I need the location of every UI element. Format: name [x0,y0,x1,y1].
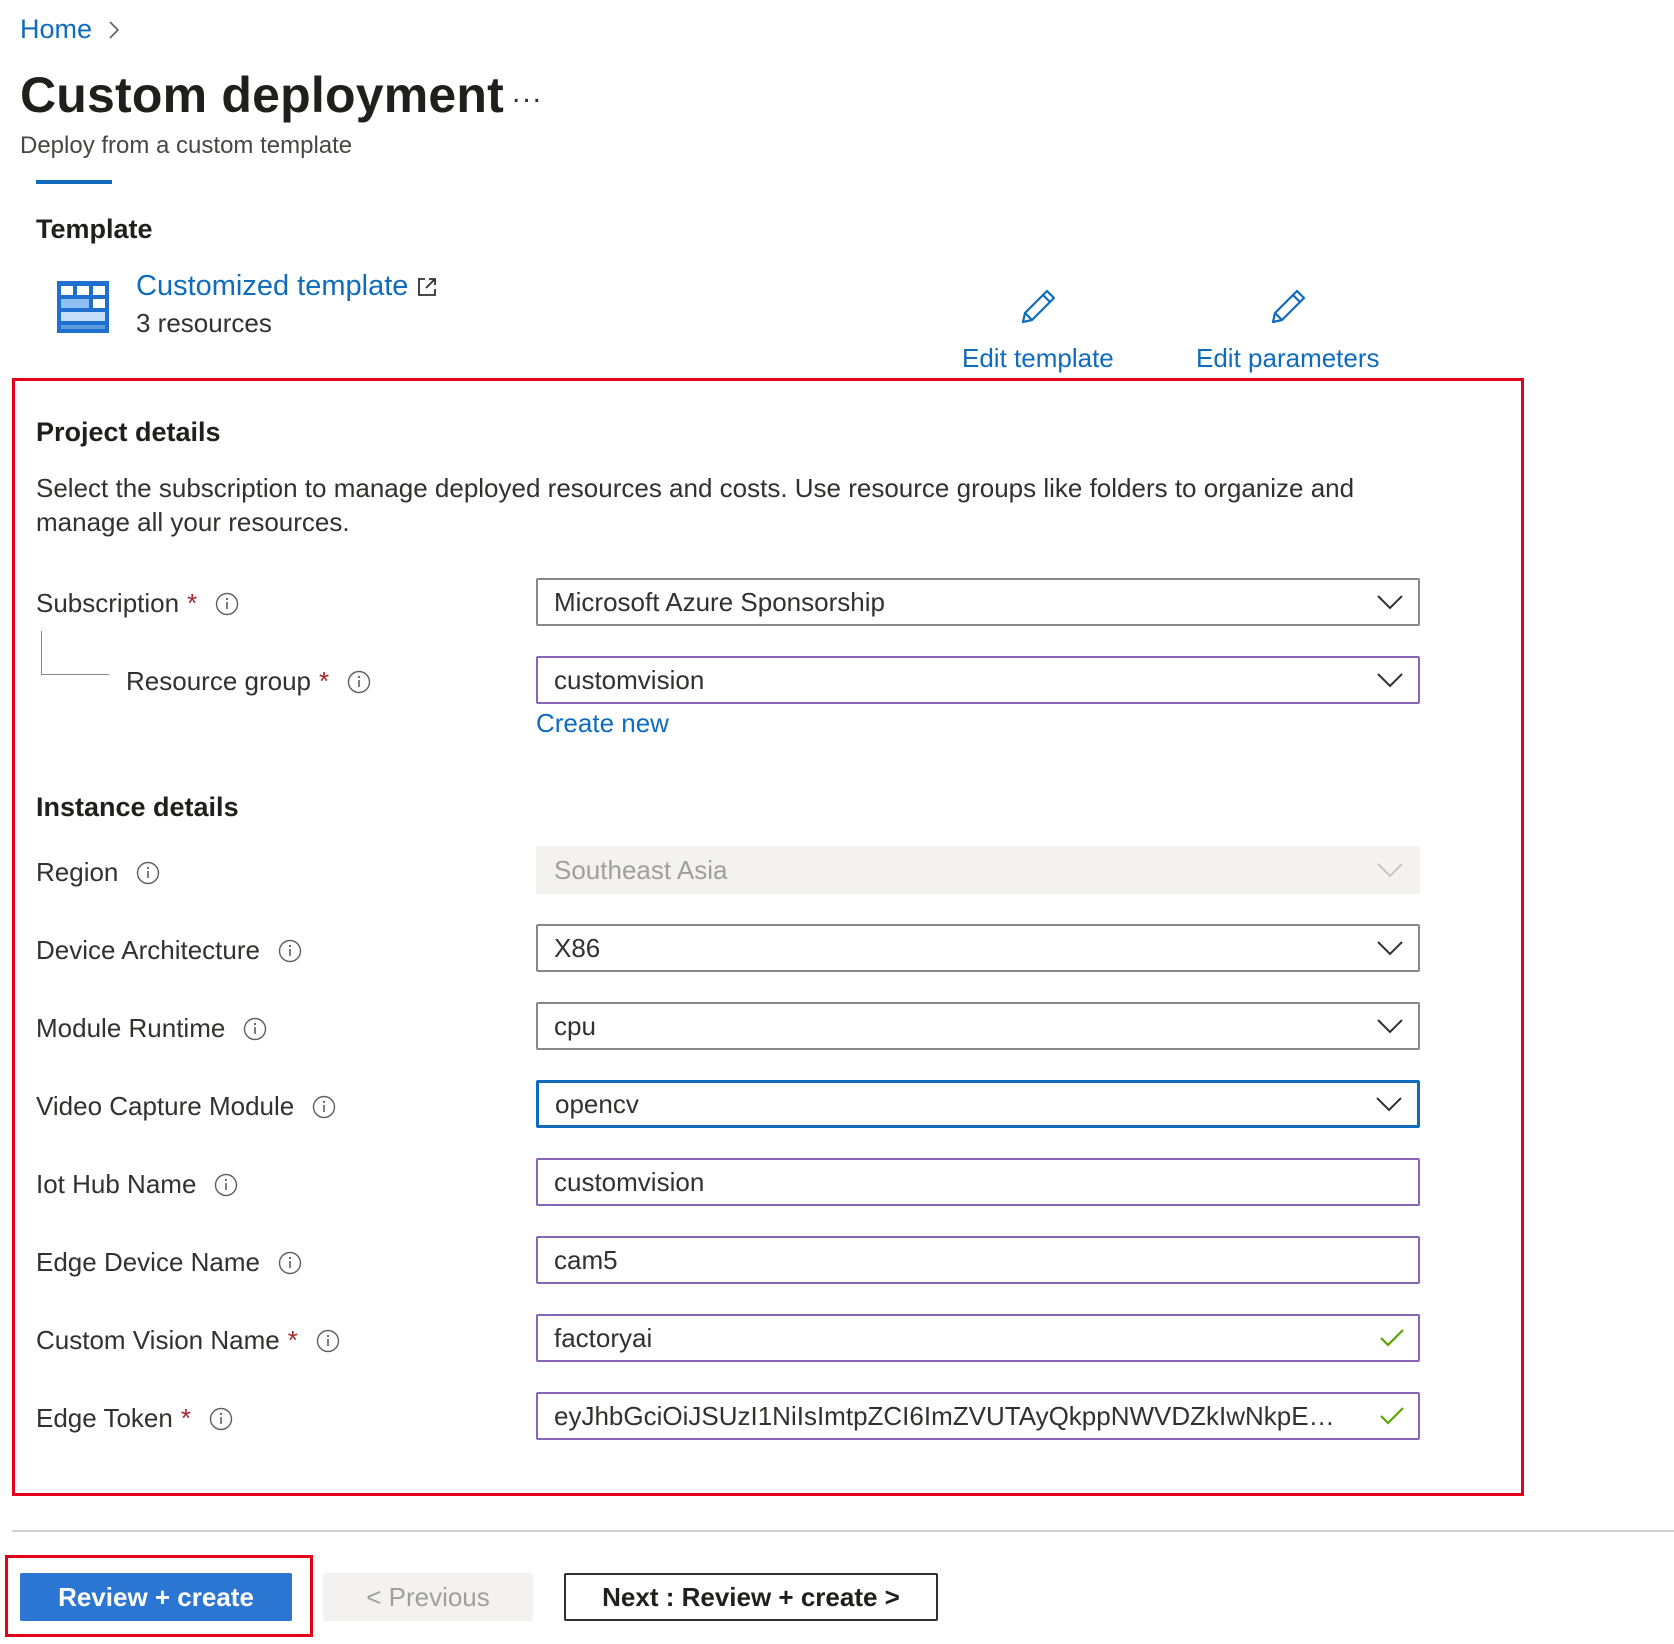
project-details-heading: Project details [36,417,221,447]
edge-token-input[interactable]: eyJhbGciOiJSUzI1NiIsImtpZCI6ImZVUTAyQkpp… [536,1392,1420,1440]
module-runtime-label-text: Module Runtime [36,1013,226,1043]
device-architecture-label: Device Architecture [36,935,302,966]
pencil-icon [1267,286,1309,333]
breadcrumb: Home [20,14,120,45]
external-link-icon [416,276,438,298]
subscription-label: Subscription * [36,588,239,619]
edge-device-name-label: Edge Device Name [36,1247,302,1278]
template-link-label: Customized template [136,270,409,302]
video-capture-module-label-text: Video Capture Module [36,1091,295,1121]
page-title: Custom deployment [20,67,504,123]
customized-template-link[interactable]: Customized template [136,270,438,303]
device-architecture-label-text: Device Architecture [36,935,260,965]
resource-group-value: customvision [554,664,705,695]
custom-vision-name-label: Custom Vision Name * [36,1325,340,1356]
video-capture-module-label: Video Capture Module [36,1091,336,1122]
module-runtime-label: Module Runtime [36,1013,267,1044]
module-runtime-value: cpu [554,1010,596,1041]
device-architecture-dropdown[interactable]: X86 [536,924,1420,972]
subscription-value: Microsoft Azure Sponsorship [554,586,885,617]
previous-button: < Previous [323,1573,533,1621]
template-resources-count: 3 resources [136,308,272,338]
chevron-right-icon [108,20,120,40]
more-options-button[interactable]: ... [512,76,543,110]
edit-template-button[interactable]: Edit template [962,286,1114,374]
iot-hub-name-label: Iot Hub Name [36,1169,238,1200]
tab-indicator [36,180,112,184]
info-icon[interactable] [347,670,371,694]
edge-device-name-label-text: Edge Device Name [36,1247,260,1277]
instance-details-heading: Instance details [36,792,239,822]
custom-vision-name-input[interactable]: factoryai [536,1314,1420,1362]
checkmark-icon [1366,1328,1418,1348]
next-review-create-button[interactable]: Next : Review + create > [564,1573,938,1621]
edge-token-label: Edge Token * [36,1403,233,1434]
region-dropdown: Southeast Asia [536,846,1420,894]
footer-divider [12,1530,1674,1532]
chevron-down-icon [1362,672,1418,688]
checkmark-icon [1366,1406,1418,1426]
subscription-dropdown[interactable]: Microsoft Azure Sponsorship [536,578,1420,626]
chevron-down-icon [1362,940,1418,956]
chevron-down-icon [1362,594,1418,610]
info-icon[interactable] [214,1173,238,1197]
region-label-text: Region [36,857,119,887]
video-capture-module-dropdown[interactable]: opencv [536,1080,1420,1128]
info-icon[interactable] [243,1017,267,1041]
create-new-resource-group-link[interactable]: Create new [536,708,669,739]
template-section-title: Template [36,214,153,244]
project-details-description: Select the subscription to manage deploy… [36,473,1355,537]
chevron-down-icon [1362,1018,1418,1034]
iot-hub-name-input[interactable]: customvision [536,1158,1420,1206]
video-capture-module-value: opencv [555,1088,639,1119]
custom-vision-name-label-text: Custom Vision Name [36,1325,280,1355]
region-value: Southeast Asia [554,854,728,885]
iot-hub-name-value: customvision [554,1166,705,1197]
info-icon[interactable] [209,1407,233,1431]
region-label: Region [36,857,160,888]
review-create-button[interactable]: Review + create [20,1573,292,1621]
edit-parameters-label: Edit parameters [1196,343,1380,373]
info-icon[interactable] [312,1095,336,1119]
edit-template-label: Edit template [962,343,1114,373]
edit-parameters-button[interactable]: Edit parameters [1196,286,1380,374]
info-icon[interactable] [278,939,302,963]
subscription-label-text: Subscription [36,588,180,618]
page-subtitle: Deploy from a custom template [20,132,353,159]
edge-device-name-input[interactable]: cam5 [536,1236,1420,1284]
hierarchy-connector [41,631,109,675]
chevron-down-icon [1362,862,1418,878]
module-runtime-dropdown[interactable]: cpu [536,1002,1420,1050]
required-asterisk: * [187,588,198,618]
required-asterisk: * [180,1403,191,1433]
resource-group-dropdown[interactable]: customvision [536,656,1420,704]
required-asterisk: * [319,666,330,696]
template-grid-icon [57,281,109,338]
required-asterisk: * [287,1325,298,1355]
edge-token-label-text: Edge Token [36,1403,173,1433]
resource-group-label: Resource group * [126,666,371,697]
info-icon[interactable] [316,1329,340,1353]
breadcrumb-home-link[interactable]: Home [20,14,92,45]
info-icon[interactable] [136,861,160,885]
edge-token-value: eyJhbGciOiJSUzI1NiIsImtpZCI6ImZVUTAyQkpp… [554,1400,1366,1431]
iot-hub-name-label-text: Iot Hub Name [36,1169,197,1199]
device-architecture-value: X86 [554,932,601,963]
custom-vision-name-value: factoryai [554,1322,653,1353]
chevron-down-icon [1361,1096,1417,1112]
edge-device-name-value: cam5 [554,1244,618,1275]
resource-group-label-text: Resource group [126,666,311,696]
info-icon[interactable] [215,592,239,616]
info-icon[interactable] [278,1251,302,1275]
pencil-icon [1017,286,1059,333]
